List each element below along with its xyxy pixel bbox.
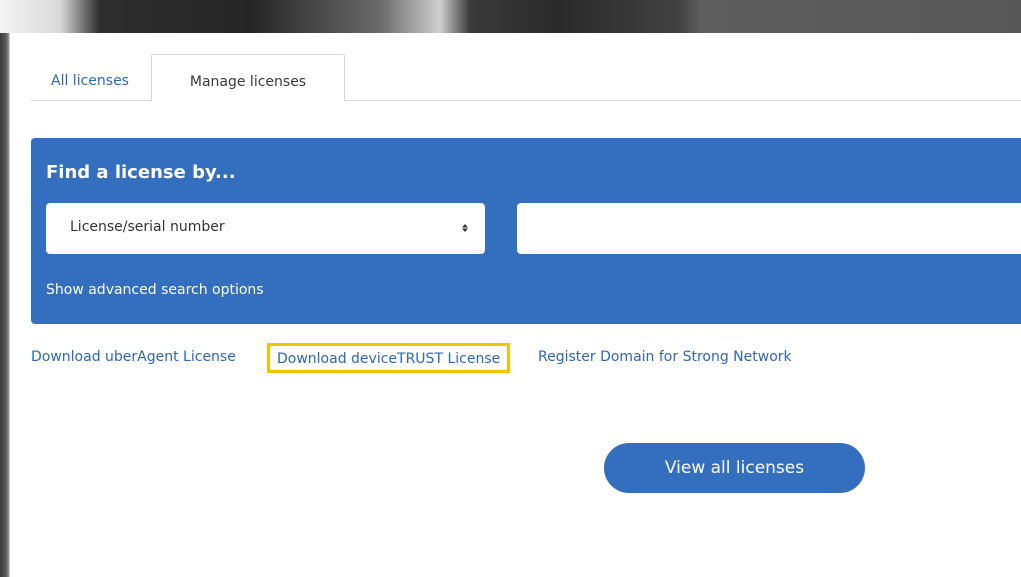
tab-all-licenses[interactable]: All licenses	[31, 54, 149, 100]
tab-bar: All licenses Manage licenses	[31, 54, 1021, 101]
download-uberagent-link[interactable]: Download uberAgent License	[31, 349, 236, 365]
search-type-select[interactable]: License/serial number	[46, 203, 485, 254]
top-banner	[0, 0, 1021, 33]
view-all-licenses-button[interactable]: View all licenses	[604, 443, 865, 493]
search-panel: Find a license by... License/serial numb…	[31, 138, 1021, 324]
search-panel-title: Find a license by...	[46, 162, 236, 183]
select-arrows-icon	[462, 224, 468, 232]
register-domain-link[interactable]: Register Domain for Strong Network	[538, 349, 792, 365]
tab-manage-licenses[interactable]: Manage licenses	[151, 54, 345, 101]
search-input[interactable]	[517, 203, 1021, 254]
search-type-value: License/serial number	[70, 219, 225, 235]
advanced-search-link[interactable]: Show advanced search options	[46, 282, 264, 298]
download-devicetrust-link[interactable]: Download deviceTRUST License	[267, 343, 511, 373]
left-edge	[0, 33, 10, 577]
